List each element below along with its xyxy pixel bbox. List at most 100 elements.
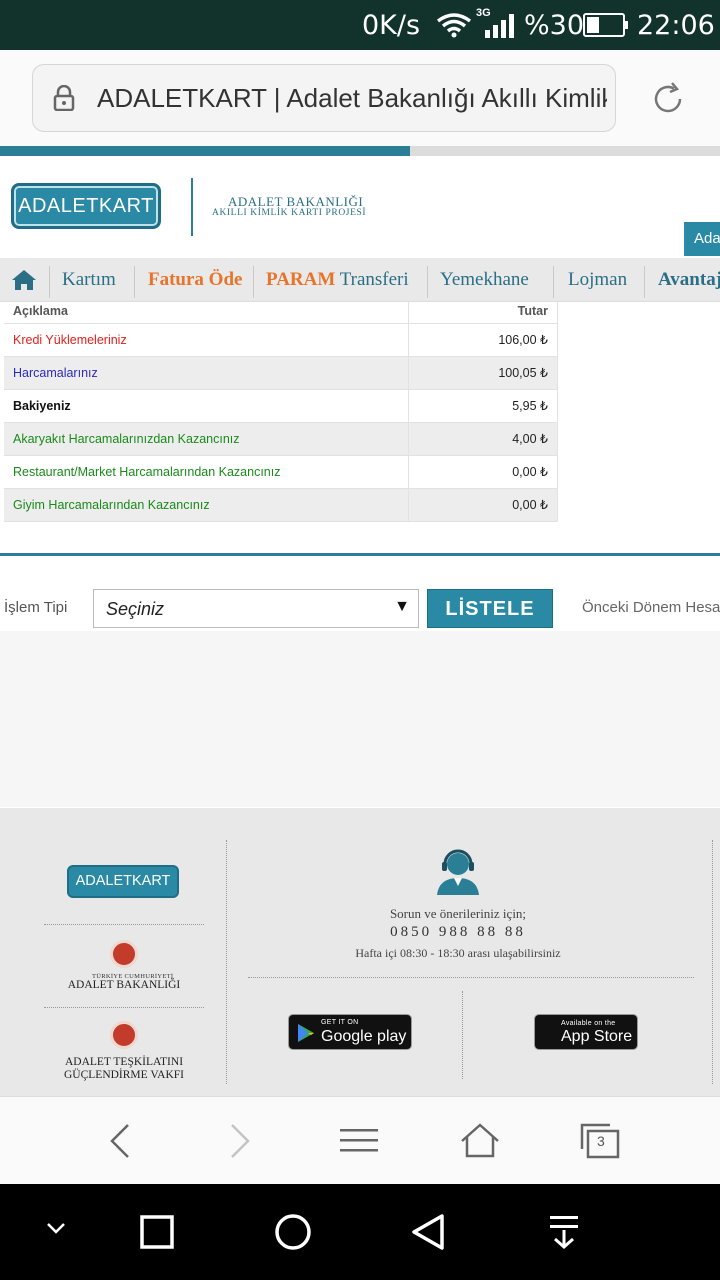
- google-play-button[interactable]: GET IT ON Google play: [288, 1014, 412, 1050]
- row-label: Bakiyeniz: [4, 390, 409, 423]
- row-amount: 100,05 ₺: [409, 357, 558, 390]
- footer-divider: [248, 977, 694, 978]
- url-text: ADALETKART | Adalet Bakanlığı Akıllı Kim…: [97, 83, 607, 113]
- nav-param-label: Transferi: [335, 269, 409, 290]
- network-speed: 0K/s: [362, 10, 421, 41]
- status-bar: 0K/s 3G %30 22:06: [0, 0, 720, 50]
- ministry-seal-icon: [110, 940, 138, 968]
- row-label: Akaryakıt Harcamalarınızdan Kazancınız: [4, 423, 409, 456]
- nav-separator: [134, 266, 135, 298]
- footer-org2-line2: GÜÇLENDİRME VAKFI: [63, 1069, 184, 1081]
- support-hours: Hafta içi 08:30 - 18:30 arası ulaşabilir…: [355, 946, 561, 960]
- footer-divider: [226, 840, 227, 1084]
- support-text: Sorun ve önerileriniz için;: [389, 906, 527, 921]
- lock-icon: [53, 85, 75, 111]
- nav-param-transferi[interactable]: PARAM Transferi: [266, 258, 409, 302]
- footer-adaletkart-logo[interactable]: ADALETKART: [67, 865, 179, 898]
- previous-period-link[interactable]: Önceki Dönem Hesa: [582, 599, 720, 616]
- row-label: Giyim Harcamalarından Kazancınız: [4, 489, 409, 522]
- app-store-big-text: App Store: [561, 1028, 633, 1045]
- row-amount: 4,00 ₺: [409, 423, 558, 456]
- header-amount: Tutar: [409, 302, 558, 324]
- footer-divider: [44, 924, 204, 925]
- support-phone[interactable]: 0850 988 88 88: [248, 924, 668, 941]
- nav-lojman[interactable]: Lojman: [568, 258, 627, 302]
- main-nav: Kartım Fatura Öde PARAM Transferi Yemekh…: [0, 258, 720, 302]
- back-button-icon[interactable]: [410, 1213, 446, 1251]
- back-icon[interactable]: [108, 1123, 132, 1159]
- table-row: Akaryakıt Harcamalarınızdan Kazancınız 4…: [4, 423, 558, 456]
- home-page-icon[interactable]: [460, 1123, 500, 1159]
- footer: ADALETKART TÜRKİYE CUMHURİYETİ ADALET BA…: [0, 808, 720, 1096]
- page-load-progress-fill: [0, 146, 411, 156]
- menu-icon[interactable]: [340, 1127, 378, 1155]
- home-icon[interactable]: [11, 269, 37, 291]
- row-amount: 0,00 ₺: [409, 489, 558, 522]
- tab-count: 3: [597, 1133, 605, 1149]
- google-play-icon: [298, 1024, 314, 1042]
- recent-apps-icon[interactable]: [140, 1215, 174, 1249]
- select-value: Seçiniz: [106, 599, 165, 619]
- footer-org1: ADALET BAKANLIĞI: [67, 979, 181, 991]
- header-description: Açıklama: [4, 302, 409, 324]
- table-row: Kredi Yüklemeleriniz 106,00 ₺: [4, 324, 558, 357]
- tabs-button[interactable]: 3: [580, 1123, 620, 1159]
- support-agent-icon: [437, 849, 479, 895]
- row-label: Harcamalarınız: [4, 357, 409, 390]
- browser-address-bar: ADALETKART | Adalet Bakanlığı Akıllı Kim…: [0, 50, 720, 146]
- home-button-icon[interactable]: [274, 1213, 312, 1251]
- app-store-button[interactable]: Available on the App Store: [534, 1014, 638, 1050]
- google-play-big-text: Google play: [321, 1028, 407, 1045]
- side-tab[interactable]: Ada: [684, 222, 720, 256]
- nav-fatura-ode[interactable]: Fatura Öde: [148, 258, 242, 302]
- table-header: Açıklama Tutar: [4, 302, 558, 324]
- web-page: ADALETKART ADALET BAKANLIĞI AKILLI KİMLİ…: [0, 156, 720, 1096]
- list-button[interactable]: LİSTELE: [427, 589, 553, 628]
- table-row: Restaurant/Market Harcamalarından Kazanc…: [4, 456, 558, 489]
- row-amount: 5,95 ₺: [409, 390, 558, 423]
- nav-separator: [427, 266, 428, 298]
- reload-icon[interactable]: [650, 81, 686, 117]
- battery-icon: [583, 13, 628, 37]
- app-store-small-text: Available on the: [561, 1020, 616, 1027]
- forward-icon[interactable]: [228, 1123, 252, 1159]
- browser-toolbar: 3: [0, 1096, 720, 1184]
- table-row: Giyim Harcamalarından Kazancınız 0,00 ₺: [4, 489, 558, 522]
- foundation-seal-icon: [110, 1021, 138, 1049]
- balance-table: Açıklama Tutar Kredi Yüklemeleriniz 106,…: [4, 302, 558, 522]
- url-field[interactable]: ADALETKART | Adalet Bakanlığı Akıllı Kim…: [32, 64, 616, 132]
- dropdown-arrow-icon: ▼: [394, 598, 410, 615]
- footer-org2-line1: ADALET TEŞKİLATINI: [64, 1056, 184, 1068]
- row-label: Kredi Yüklemeleriniz: [4, 324, 409, 357]
- nav-separator: [49, 266, 50, 298]
- row-amount: 106,00 ₺: [409, 324, 558, 357]
- notification-pull-icon[interactable]: [548, 1214, 580, 1250]
- clock: 22:06: [637, 10, 715, 41]
- table-row: Harcamalarınız 100,05 ₺: [4, 357, 558, 390]
- system-navigation-bar: [0, 1184, 720, 1280]
- nav-param-strong: PARAM: [266, 269, 336, 290]
- nav-yemekhane[interactable]: Yemekhane: [440, 258, 529, 302]
- battery-percent: %30: [524, 10, 585, 41]
- adaletkart-logo[interactable]: ADALETKART: [11, 183, 161, 229]
- table-row: Bakiyeniz 5,95 ₺: [4, 390, 558, 423]
- footer-divider: [712, 840, 713, 1084]
- nav-avantaj[interactable]: Avantaj: [658, 258, 720, 302]
- page-load-progress: [0, 146, 720, 156]
- project-name: AKILLI KİMLİK KARTI PROJESİ: [212, 208, 367, 218]
- transaction-type-select[interactable]: Seçiniz ▼: [93, 589, 419, 628]
- section-divider: [0, 553, 720, 556]
- footer-divider: [44, 1007, 204, 1008]
- row-amount: 0,00 ₺: [409, 456, 558, 489]
- google-play-small-text: GET IT ON: [321, 1019, 359, 1026]
- transaction-type-label: İşlem Tipi: [4, 599, 68, 616]
- footer-divider: [462, 991, 463, 1079]
- background-pattern: [0, 631, 720, 807]
- nav-separator: [553, 266, 554, 298]
- nav-kartim[interactable]: Kartım: [62, 258, 116, 302]
- row-label: Restaurant/Market Harcamalarından Kazanc…: [4, 456, 409, 489]
- nav-separator: [644, 266, 645, 298]
- header-divider: [191, 178, 193, 236]
- chevron-down-icon[interactable]: [45, 1220, 67, 1236]
- wifi-icon: [436, 13, 472, 38]
